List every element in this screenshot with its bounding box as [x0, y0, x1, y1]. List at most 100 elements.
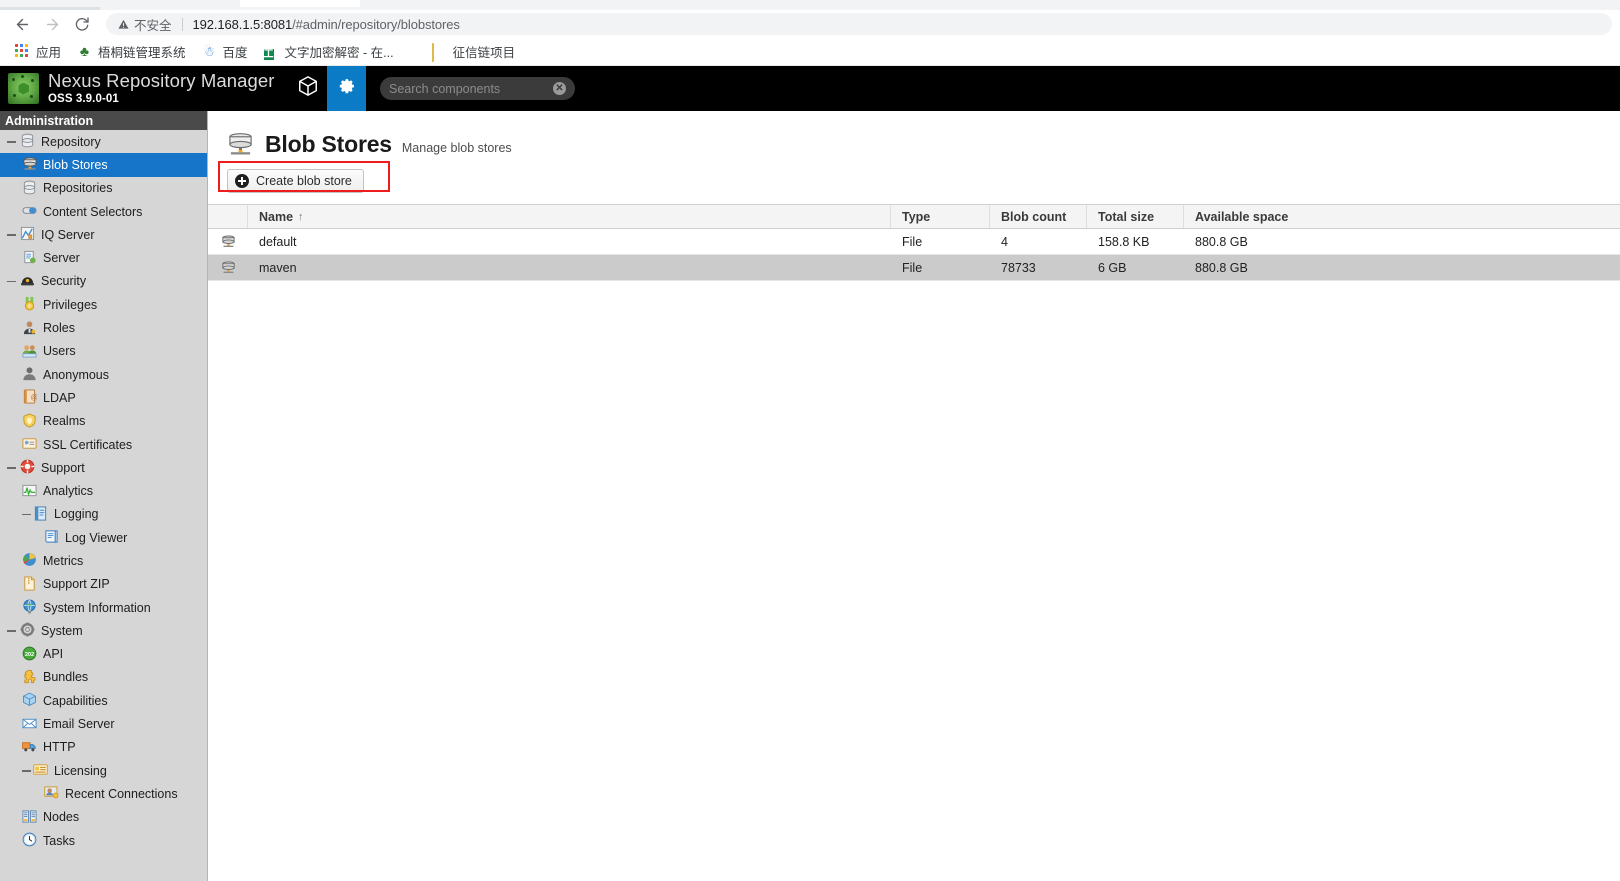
cell-blob-count: 78733 — [1001, 260, 1036, 275]
sidebar-item-system-information[interactable]: System Information — [0, 596, 207, 619]
sidebar-item-content-selectors[interactable]: Content Selectors — [0, 200, 207, 223]
sidebar-item-security[interactable]: Security — [0, 270, 207, 293]
cell-available-space: 880.8 GB — [1195, 234, 1248, 249]
sidebar-item-logging[interactable]: Logging — [0, 503, 207, 526]
collapse-toggle-icon[interactable] — [6, 229, 17, 240]
sidebar-item-bundles[interactable]: Bundles — [0, 666, 207, 689]
sidebar-item-label: Email Server — [43, 717, 115, 732]
back-arrow-icon[interactable] — [8, 11, 36, 37]
sidebar-item-capabilities[interactable]: Capabilities — [0, 689, 207, 712]
sidebar-item-anonymous[interactable]: Anonymous — [0, 363, 207, 386]
sidebar-item-label: Logging — [54, 507, 99, 522]
column-header-total-size[interactable]: Total size — [1087, 205, 1184, 228]
sidebar-item-analytics[interactable]: Analytics — [0, 479, 207, 502]
sidebar-item-system[interactable]: System — [0, 619, 207, 642]
sidebar-item-recent-connections[interactable]: Recent Connections — [0, 782, 207, 805]
sidebar-item-label: Nodes — [43, 810, 80, 825]
users-icon — [21, 343, 38, 360]
table-row[interactable]: default File 4 158.8 KB 880.8 GB — [208, 229, 1620, 255]
clear-circle-icon[interactable]: ✕ — [553, 82, 566, 95]
sidebar-item-nodes[interactable]: Nodes — [0, 806, 207, 829]
bookmark-label: 梧桐链管理系统 — [98, 46, 186, 60]
collapse-toggle-icon[interactable] — [6, 276, 17, 287]
sidebar-item-blob-stores[interactable]: Blob Stores — [0, 153, 207, 177]
browser-tab[interactable] — [0, 0, 240, 7]
plus-circle-icon — [235, 174, 249, 188]
forward-arrow-icon[interactable] — [38, 11, 66, 37]
url-path: /#admin/repository/blobstores — [292, 16, 460, 32]
sidebar-item-metrics[interactable]: Metrics — [0, 549, 207, 572]
collapse-toggle-icon[interactable] — [6, 136, 17, 147]
brand-logo-area[interactable]: Nexus Repository Manager OSS 3.9.0-01 — [0, 66, 288, 111]
nexus-logo-icon — [8, 73, 39, 104]
column-header-available-space[interactable]: Available space — [1184, 205, 1620, 228]
sidebar-item-ldap[interactable]: @ LDAP — [0, 386, 207, 409]
sidebar-item-repository[interactable]: Repository — [0, 130, 207, 153]
column-header-blob-count[interactable]: Blob count — [990, 205, 1087, 228]
browse-button[interactable] — [288, 66, 327, 111]
sidebar-item-licensing[interactable]: Licensing — [0, 759, 207, 782]
collapse-toggle-icon[interactable] — [6, 625, 17, 636]
server-doc-icon — [21, 250, 38, 267]
bookmark-label: 文字加密解密 - 在... — [284, 46, 394, 60]
puzzle-icon — [21, 669, 38, 686]
sidebar-item-email-server[interactable]: Email Server — [0, 712, 207, 735]
sidebar-item-iq-server[interactable]: IQ Server — [0, 223, 207, 246]
sidebar-item-repositories[interactable]: Repositories — [0, 177, 207, 200]
reload-icon[interactable] — [68, 11, 96, 37]
create-blob-store-button[interactable]: Create blob store — [227, 169, 364, 193]
page-toolbar: Create blob store — [208, 161, 1620, 193]
collapse-toggle-icon[interactable] — [6, 462, 17, 473]
nodes-icon — [21, 809, 38, 826]
sidebar-item-ssl-certificates[interactable]: SSL Certificates — [0, 433, 207, 456]
globe-icon — [21, 599, 38, 616]
sidebar-item-label: Metrics — [43, 553, 84, 568]
sidebar-item-support[interactable]: Support — [0, 456, 207, 479]
sidebar-item-tasks[interactable]: Tasks — [0, 829, 207, 852]
analytics-icon — [21, 483, 38, 500]
collapse-toggle-icon[interactable] — [21, 509, 32, 520]
sidebar-item-label: Server — [43, 251, 80, 266]
database-icon — [19, 133, 36, 150]
cell-name: default — [259, 234, 297, 249]
column-header-name[interactable]: Name ↑ — [248, 205, 891, 228]
bookmark-apps[interactable]: 应用 — [7, 40, 69, 63]
sidebar-item-support-zip[interactable]: Support ZIP — [0, 573, 207, 596]
administration-button[interactable] — [327, 66, 366, 111]
sidebar-item-users[interactable]: Users — [0, 340, 207, 363]
database-icon — [21, 180, 38, 197]
bookmark-baidu[interactable]: ☃ 百度 — [194, 40, 256, 63]
sidebar-item-label: Bundles — [43, 670, 89, 685]
address-bar[interactable]: 不安全 192.168.1.5:8081/#admin/repository/b… — [106, 13, 1612, 35]
security-status-label: 不安全 — [134, 18, 172, 33]
column-header-type[interactable]: Type — [891, 205, 990, 228]
cell-type: File — [902, 260, 923, 275]
sidebar-item-label: API — [43, 647, 64, 662]
search-input[interactable] — [389, 81, 553, 96]
search-components-box[interactable]: ✕ — [380, 77, 575, 100]
cell-total-size: 6 GB — [1098, 260, 1127, 275]
sidebar-item-privileges[interactable]: Privileges — [0, 293, 207, 316]
cell-blob-count: 4 — [1001, 234, 1008, 249]
sidebar-item-realms[interactable]: Realms — [0, 410, 207, 433]
admin-sidebar[interactable]: Administration Repository Blob Stores Repo… — [0, 111, 208, 881]
table-row[interactable]: maven File 78733 6 GB 880.8 GB — [208, 255, 1620, 281]
sidebar-item-roles[interactable]: Roles — [0, 316, 207, 339]
bookmark-text-crypto[interactable]: 工 文字加密解密 - 在... — [256, 40, 402, 63]
bookmark-zhengxinlian[interactable]: 征信链项目 — [424, 40, 524, 63]
sidebar-nav-list: Repository Blob Stores Repositories Content… — [0, 130, 207, 852]
api-badge-icon: 202 — [21, 646, 38, 663]
sidebar-item-http[interactable]: HTTP — [0, 736, 207, 759]
sidebar-item-server[interactable]: Server — [0, 246, 207, 269]
collapse-toggle-icon[interactable] — [21, 765, 32, 776]
column-label: Type — [902, 209, 931, 224]
bookmark-wutonglian[interactable]: ♣ 梧桐链管理系统 — [69, 40, 194, 63]
connections-icon — [43, 785, 60, 802]
sidebar-item-label: Repositories — [43, 181, 113, 196]
browser-tab[interactable] — [360, 0, 1620, 7]
sidebar-item-log-viewer[interactable]: Log Viewer — [0, 526, 207, 549]
svg-text:@: @ — [30, 393, 37, 402]
sidebar-item-label: Security — [41, 274, 87, 289]
sidebar-item-api[interactable]: 202 API — [0, 643, 207, 666]
column-label: Available space — [1195, 209, 1289, 224]
